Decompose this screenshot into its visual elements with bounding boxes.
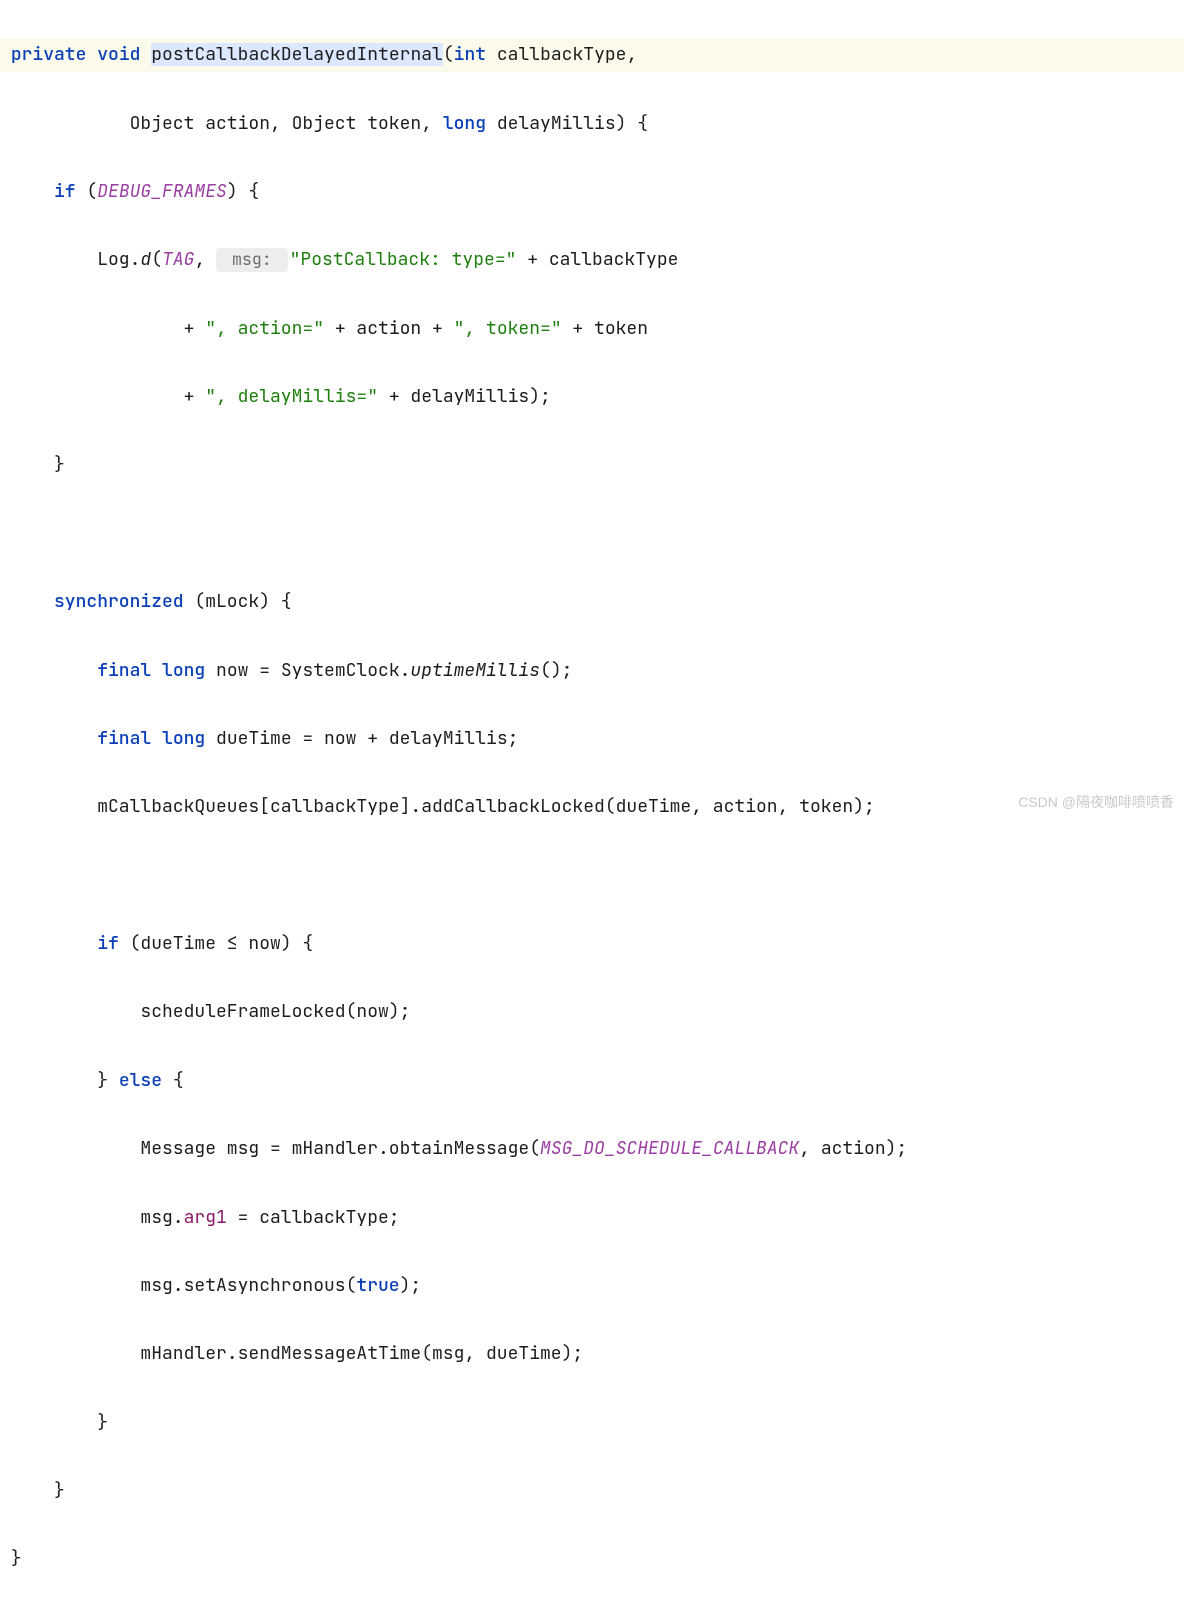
text: ( [443, 43, 454, 66]
text: , action); [799, 1137, 907, 1160]
text: (dueTime ≤ now) { [119, 932, 313, 955]
text: + callbackType [516, 248, 678, 271]
text: callbackType, [486, 43, 637, 66]
code-line: Object action, Object token, long delayM… [0, 107, 1184, 141]
string-literal: ", token=" [454, 317, 562, 340]
brace-close: } [11, 1547, 22, 1570]
text: Object action, Object token, [0, 112, 443, 135]
keyword-long: long [162, 727, 205, 750]
keyword-else: else [119, 1069, 162, 1092]
text: scheduleFrameLocked(now); [140, 1000, 410, 1023]
text: + token [562, 317, 648, 340]
keyword-if: if [54, 180, 76, 203]
text: delayMillis) { [486, 112, 648, 135]
code-line: Message msg = mHandler.obtainMessage(MSG… [0, 1132, 1184, 1166]
code-line: } [0, 1542, 1184, 1576]
code-line: private void postCallbackDelayedInternal… [0, 38, 1184, 72]
keyword-long: long [443, 112, 486, 135]
constant-msg-do-schedule: MSG_DO_SCHEDULE_CALLBACK [540, 1137, 799, 1160]
string-literal: ", action=" [205, 317, 324, 340]
text: ) { [227, 180, 259, 203]
code-block: private void postCallbackDelayedInternal… [0, 0, 1184, 1611]
keyword-private: private [11, 43, 87, 66]
code-line: final long now = SystemClock.uptimeMilli… [0, 654, 1184, 688]
code-line: } else { [0, 1064, 1184, 1098]
text: msg. [140, 1206, 183, 1229]
method-d: d [140, 248, 151, 271]
method-name: postCallbackDelayedInternal [151, 43, 443, 66]
blank-line [0, 517, 1184, 551]
keyword-int: int [454, 43, 486, 66]
keyword-true: true [356, 1274, 399, 1297]
keyword-final: final [97, 659, 151, 682]
code-line: } [0, 1406, 1184, 1440]
code-line: final long dueTime = now + delayMillis; [0, 722, 1184, 756]
text: Log. [97, 248, 140, 271]
keyword-if: if [97, 932, 119, 955]
text: mHandler.sendMessageAtTime(msg, dueTime)… [140, 1342, 583, 1365]
text: , [194, 248, 216, 271]
text: (mLock) { [184, 590, 292, 613]
code-line: if (dueTime ≤ now) { [0, 927, 1184, 961]
code-line: } [0, 1474, 1184, 1508]
text: ( [76, 180, 98, 203]
method-uptime: uptimeMillis [410, 659, 540, 682]
code-line: msg.setAsynchronous(true); [0, 1269, 1184, 1303]
code-line: mHandler.sendMessageAtTime(msg, dueTime)… [0, 1337, 1184, 1371]
blank-line [0, 859, 1184, 893]
text: dueTime = now + delayMillis; [205, 727, 518, 750]
keyword-long: long [162, 659, 205, 682]
code-line: Log.d(TAG, msg: "PostCallback: type=" + … [0, 243, 1184, 277]
text: ); [400, 1274, 422, 1297]
text: mCallbackQueues[callbackType].addCallbac… [97, 795, 875, 818]
code-line: if (DEBUG_FRAMES) { [0, 175, 1184, 209]
text: msg.setAsynchronous( [140, 1274, 356, 1297]
field-arg1: arg1 [184, 1206, 227, 1229]
text: + delayMillis); [378, 385, 551, 408]
text: Message msg = mHandler.obtainMessage( [140, 1137, 540, 1160]
text: ( [151, 248, 162, 271]
text: } [97, 1069, 119, 1092]
code-line: mCallbackQueues[callbackType].addCallbac… [0, 790, 1184, 824]
code-line: } [0, 448, 1184, 482]
param-hint-msg: msg: [216, 248, 288, 271]
string-literal: "PostCallback: type=" [290, 248, 517, 271]
constant-tag: TAG [162, 248, 194, 271]
text: + action + [324, 317, 454, 340]
code-line: + ", delayMillis=" + delayMillis); [0, 380, 1184, 414]
constant-debug-frames: DEBUG_FRAMES [97, 180, 227, 203]
brace-close: } [97, 1411, 108, 1434]
code-line: + ", action=" + action + ", token=" + to… [0, 312, 1184, 346]
text: (); [540, 659, 572, 682]
keyword-final: final [97, 727, 151, 750]
string-literal: ", delayMillis=" [205, 385, 378, 408]
brace-close: } [54, 1479, 65, 1502]
keyword-void: void [97, 43, 140, 66]
brace-close: } [54, 453, 65, 476]
text: now = SystemClock. [205, 659, 410, 682]
code-line: msg.arg1 = callbackType; [0, 1201, 1184, 1235]
code-line: synchronized (mLock) { [0, 585, 1184, 619]
code-line: scheduleFrameLocked(now); [0, 995, 1184, 1029]
text: { [162, 1069, 184, 1092]
keyword-synchronized: synchronized [54, 590, 184, 613]
text: = callbackType; [227, 1206, 400, 1229]
watermark: CSDN @隔夜咖啡喷喷香 [1018, 789, 1174, 816]
